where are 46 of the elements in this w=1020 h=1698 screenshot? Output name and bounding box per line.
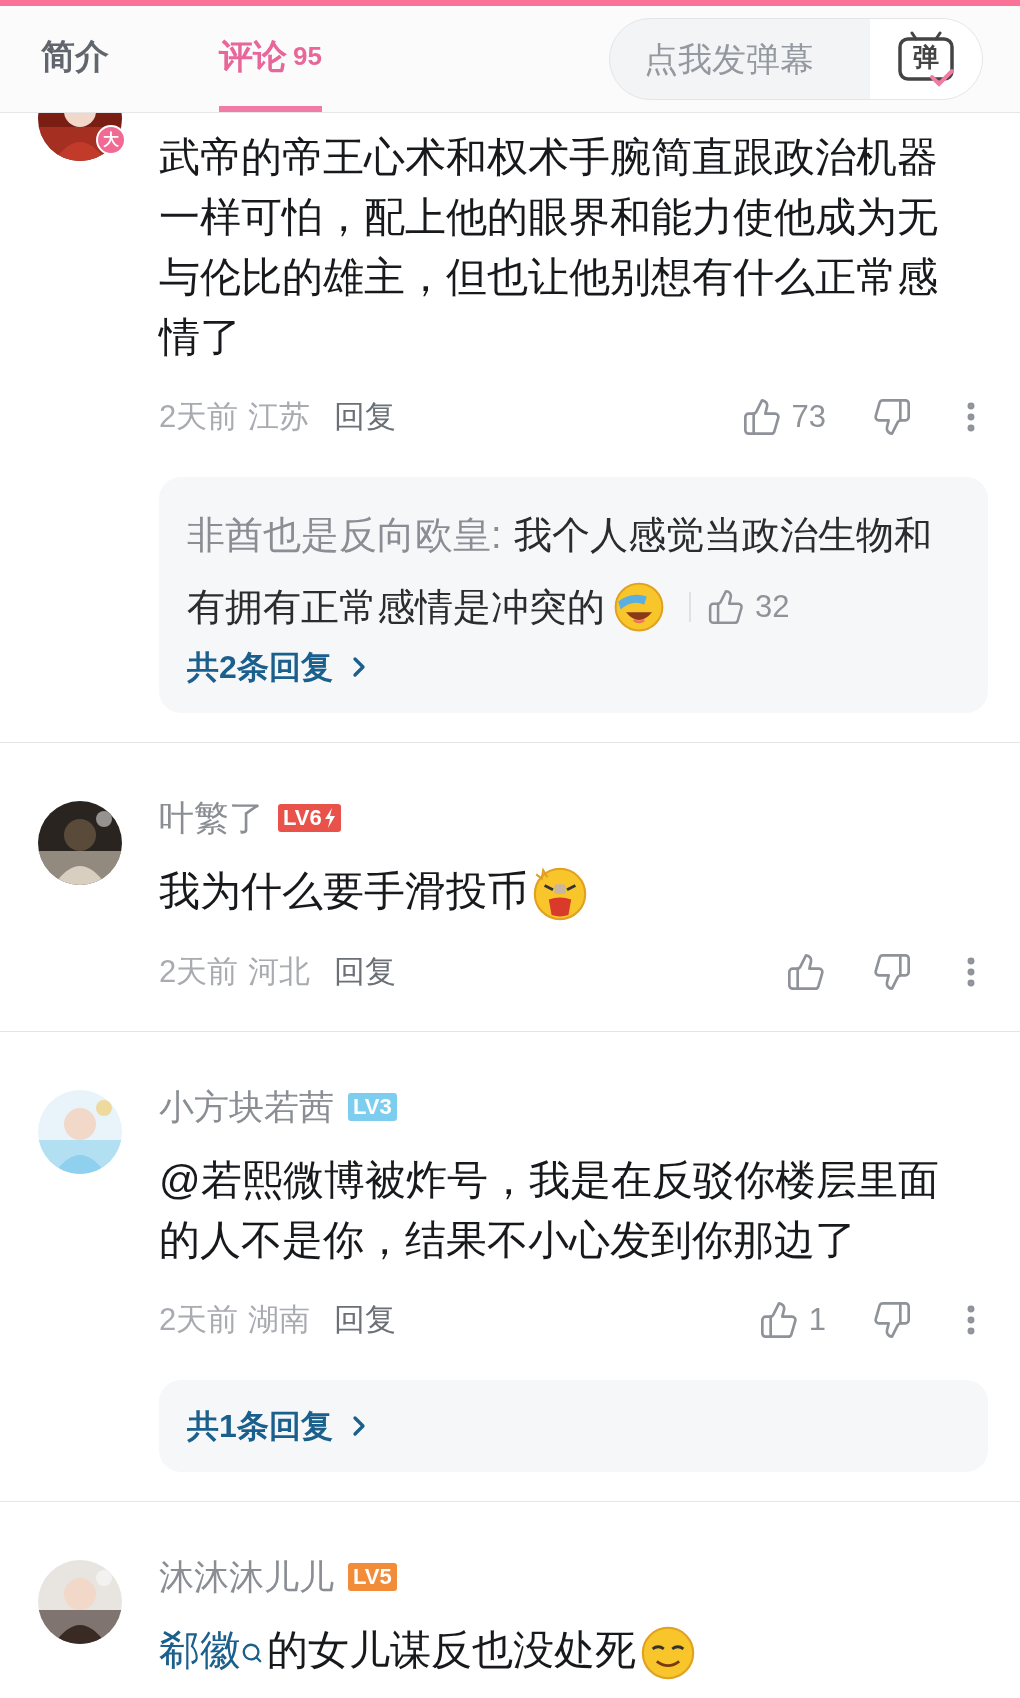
level-badge: LV3 xyxy=(348,1093,397,1122)
like-icon[interactable] xyxy=(741,397,782,437)
dislike-icon[interactable] xyxy=(872,397,912,437)
reply-author[interactable]: 非酋也是反向欧皇: xyxy=(187,499,502,571)
reply-button[interactable]: 回复 xyxy=(334,393,397,441)
comment-text: 我为什么要手滑投币 xyxy=(159,868,528,914)
reply-text: 我个人感觉当政治生物和 xyxy=(513,513,932,558)
comment-location: 河北 xyxy=(248,952,311,991)
username[interactable]: 小方块若茜 xyxy=(159,1080,334,1134)
dislike-icon[interactable] xyxy=(872,1300,912,1341)
view-replies-link[interactable]: 共1条回复 xyxy=(187,1402,375,1451)
tab[interactable]: 评论 95 xyxy=(219,6,322,112)
danmaku-placeholder: 点我发弹幕 xyxy=(643,38,815,80)
comment-text: 的女儿谋反也没处死 xyxy=(267,1627,636,1674)
laughing-face-icon xyxy=(613,581,665,633)
danmaku-field[interactable]: 点我发弹幕 弹 xyxy=(609,18,983,100)
comment-time: 2天前 xyxy=(159,397,239,436)
like-icon[interactable] xyxy=(707,588,745,626)
like-count: 73 xyxy=(791,397,826,436)
shouting-face-icon xyxy=(532,866,588,923)
reply-text: 有拥有正常感情是冲突的 xyxy=(187,585,605,630)
like-icon[interactable] xyxy=(786,952,826,993)
like-icon[interactable] xyxy=(758,1300,799,1341)
username[interactable]: 沐沐沐儿儿 xyxy=(159,1550,334,1604)
level-badge: LV5 xyxy=(348,1563,397,1592)
like-count: 32 xyxy=(755,588,790,626)
tab[interactable]: 简介 xyxy=(41,6,109,112)
tv-icon xyxy=(896,31,956,89)
comment-location: 江苏 xyxy=(248,397,311,436)
comment-time: 2天前 xyxy=(159,1300,239,1339)
grinning-face-icon xyxy=(640,1625,696,1682)
like-count: 1 xyxy=(808,1300,826,1339)
level-badge: LV6 xyxy=(278,804,341,832)
search-icon xyxy=(241,1642,263,1665)
danmaku-toggle-button[interactable]: 弹 xyxy=(870,19,982,99)
view-replies-link[interactable]: 共2条回复 xyxy=(187,643,375,691)
comment-location: 湖南 xyxy=(248,1300,311,1339)
reply-button[interactable]: 回复 xyxy=(334,948,397,996)
comment-text: @若熙微博被炸号，我是在反驳你楼层里面的人不是你，结果不小心发到你那边了 xyxy=(159,1157,939,1264)
dislike-icon[interactable] xyxy=(872,952,912,993)
username[interactable]: 叶繁了 xyxy=(159,791,264,845)
lightning-icon xyxy=(323,808,336,828)
comment-text: 武帝的帝王心术和权术手腕简直跟政治机器一样可怕，配上他的眼界和能力使他成为无与伦比的雄主，但也让他别想有什么正常感情了 xyxy=(159,134,938,360)
comment-time: 2天前 xyxy=(159,952,239,991)
reply-button[interactable]: 回复 xyxy=(334,1296,397,1344)
mention-link[interactable]: 郗徽 xyxy=(159,1627,241,1674)
